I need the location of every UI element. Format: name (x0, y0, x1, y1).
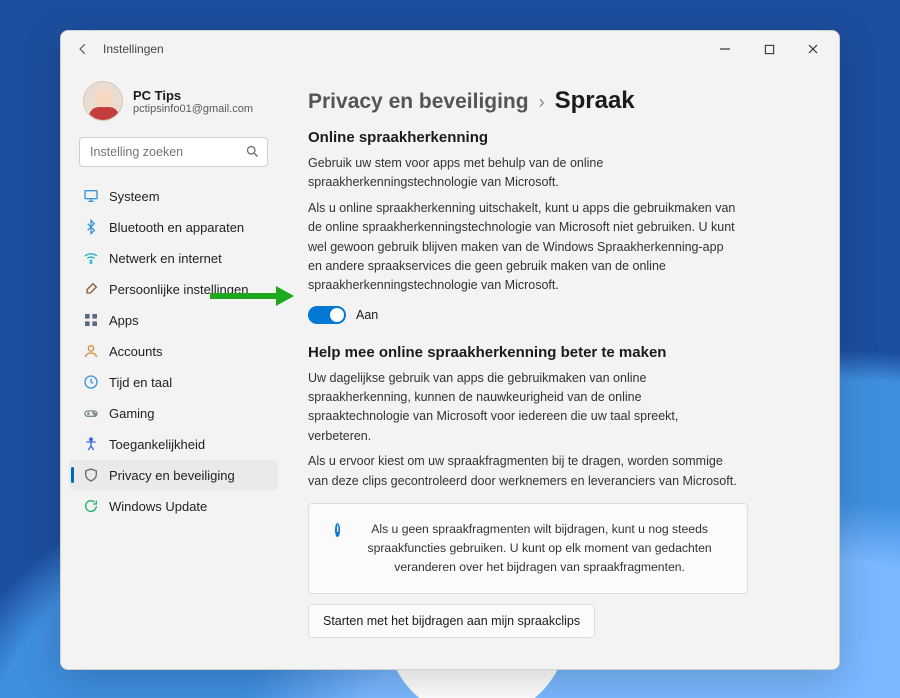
content-area: Privacy en beveiliging › Spraak Online s… (286, 67, 839, 669)
sidebar-item-accounts[interactable]: Accounts (69, 336, 278, 366)
info-card: i Als u geen spraakfragmenten wilt bijdr… (308, 503, 748, 594)
sidebar-item-label: Privacy en beveiliging (109, 468, 235, 483)
section2-p1: Uw dagelijkse gebruik van apps die gebru… (308, 369, 738, 447)
info-text: Als u geen spraakfragmenten wilt bijdrag… (358, 520, 721, 577)
sidebar-item-label: Tijd en taal (109, 375, 172, 390)
clock-icon (83, 374, 99, 390)
profile-email: pctipsinfo01@gmail.com (133, 103, 253, 115)
window-close-button[interactable] (795, 35, 831, 63)
avatar (83, 81, 123, 121)
online-speech-toggle-row: Aan (308, 306, 803, 324)
sidebar-nav: Systeem Bluetooth en apparaten Netwerk en … (69, 181, 278, 521)
profile-name: PC Tips (133, 88, 253, 103)
settings-window: Instellingen PC Tips pctipsinfo01@gmail.… (60, 30, 840, 670)
profile-block[interactable]: PC Tips pctipsinfo01@gmail.com (69, 75, 278, 131)
window-title: Instellingen (103, 42, 707, 56)
sidebar-item-label: Systeem (109, 189, 160, 204)
titlebar: Instellingen (61, 31, 839, 67)
breadcrumb-parent[interactable]: Privacy en beveiliging (308, 90, 529, 114)
section2-p2: Als u ervoor kiest om uw spraakfragmente… (308, 452, 738, 491)
section1-heading: Online spraakherkenning (308, 129, 803, 146)
search-box (79, 137, 268, 167)
sidebar-item-privacy[interactable]: Privacy en beveiliging (69, 460, 278, 490)
online-speech-toggle-label: Aan (356, 308, 378, 322)
back-button[interactable] (69, 35, 97, 63)
sidebar-item-label: Netwerk en internet (109, 251, 222, 266)
section2-heading: Help mee online spraakherkenning beter t… (308, 344, 803, 361)
accessibility-icon (83, 436, 99, 452)
brush-icon (83, 281, 99, 297)
sidebar-item-label: Accounts (109, 344, 162, 359)
sidebar: PC Tips pctipsinfo01@gmail.com Systeem Bl… (61, 67, 286, 669)
sidebar-item-bluetooth[interactable]: Bluetooth en apparaten (69, 212, 278, 242)
sidebar-item-systeem[interactable]: Systeem (69, 181, 278, 211)
sidebar-item-update[interactable]: Windows Update (69, 491, 278, 521)
gamepad-icon (83, 405, 99, 421)
sidebar-item-label: Toegankelijkheid (109, 437, 205, 452)
info-icon: i (335, 523, 340, 537)
sidebar-item-label: Gaming (109, 406, 155, 421)
sidebar-item-label: Apps (109, 313, 139, 328)
sidebar-item-label: Windows Update (109, 499, 207, 514)
bluetooth-icon (83, 219, 99, 235)
breadcrumb-current: Spraak (555, 87, 635, 115)
apps-icon (83, 312, 99, 328)
sidebar-item-apps[interactable]: Apps (69, 305, 278, 335)
update-icon (83, 498, 99, 514)
online-speech-toggle[interactable] (308, 306, 346, 324)
wifi-icon (83, 250, 99, 266)
window-minimize-button[interactable] (707, 35, 743, 63)
search-input[interactable] (79, 137, 268, 167)
shield-icon (83, 467, 99, 483)
chevron-right-icon: › (539, 92, 545, 113)
window-maximize-button[interactable] (751, 35, 787, 63)
section1-p2: Als u online spraakherkenning uitschakel… (308, 199, 738, 296)
sidebar-item-label: Persoonlijke instellingen (109, 282, 248, 297)
sidebar-item-gaming[interactable]: Gaming (69, 398, 278, 428)
start-contributing-button[interactable]: Starten met het bijdragen aan mijn spraa… (308, 604, 595, 638)
monitor-icon (83, 188, 99, 204)
search-icon (245, 144, 260, 162)
section1-p1: Gebruik uw stem voor apps met behulp van… (308, 154, 738, 193)
sidebar-item-tijd[interactable]: Tijd en taal (69, 367, 278, 397)
sidebar-item-toegankelijkheid[interactable]: Toegankelijkheid (69, 429, 278, 459)
person-icon (83, 343, 99, 359)
breadcrumb: Privacy en beveiliging › Spraak (308, 87, 803, 115)
sidebar-item-persoonlijk[interactable]: Persoonlijke instellingen (69, 274, 278, 304)
sidebar-item-label: Bluetooth en apparaten (109, 220, 244, 235)
sidebar-item-netwerk[interactable]: Netwerk en internet (69, 243, 278, 273)
